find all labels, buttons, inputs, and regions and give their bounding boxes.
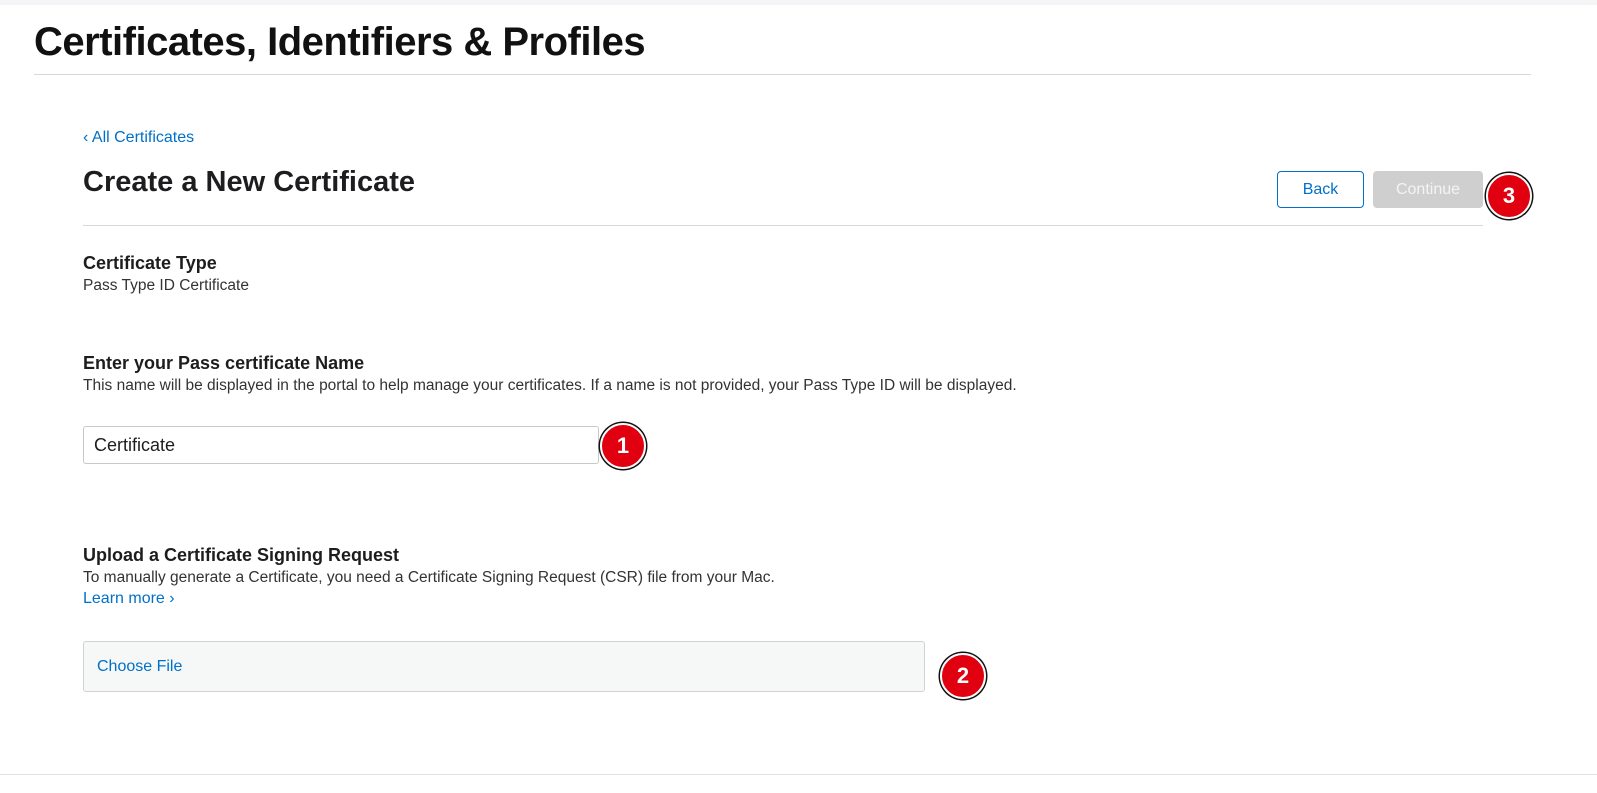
step-marker-3: 3 [1486,173,1532,219]
csr-upload-help: To manually generate a Certificate, you … [83,569,775,586]
continue-button-label: Continue [1395,180,1461,198]
choose-file-dropzone[interactable]: Choose File [83,641,925,692]
learn-more-link[interactable]: Learn more › [83,590,175,608]
page-title: Certificates, Identifiers & Profiles [34,20,646,64]
section-divider [83,225,1483,226]
continue-button[interactable]: Continue [1373,171,1483,208]
top-strip [0,0,1597,5]
csr-upload-label: Upload a Certificate Signing Request [83,545,400,565]
certificate-name-help: This name will be displayed in the porta… [83,377,1017,394]
certificate-name-input[interactable] [83,426,599,464]
section-title: Create a New Certificate [83,166,416,198]
breadcrumb-all-certificates[interactable]: ‹ All Certificates [83,129,194,147]
certificate-type-label: Certificate Type [83,253,217,273]
back-button[interactable]: Back [1277,171,1364,208]
step-marker-1: 1 [600,423,646,469]
back-button-label: Back [1302,180,1339,198]
title-divider [34,74,1531,75]
certificate-type-value: Pass Type ID Certificate [83,277,249,294]
bottom-divider [0,774,1597,775]
choose-file-button[interactable]: Choose File [97,658,182,676]
certificate-name-label: Enter your Pass certificate Name [83,353,365,373]
step-marker-2: 2 [940,653,986,699]
